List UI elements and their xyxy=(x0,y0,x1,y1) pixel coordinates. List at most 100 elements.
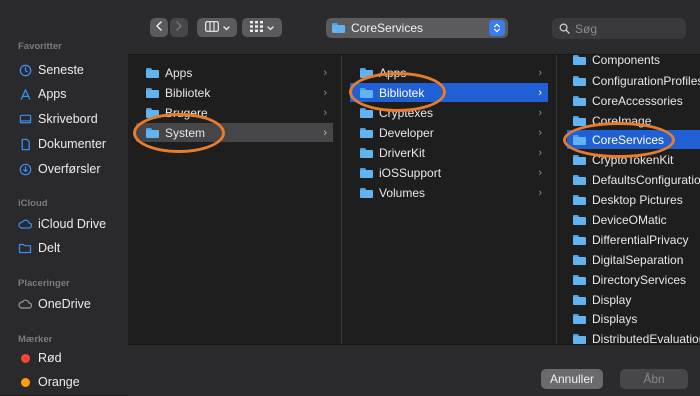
sidebar-item-icloud-drive[interactable]: iCloud Drive xyxy=(18,214,106,234)
list-item[interactable]: Developer › xyxy=(350,123,548,142)
group-button[interactable] xyxy=(242,18,282,37)
list-item[interactable]: Cryptexes › xyxy=(350,103,548,122)
open-button[interactable]: Åbn xyxy=(620,369,688,389)
folder-icon xyxy=(573,154,586,165)
chevron-down-icon xyxy=(222,22,230,34)
item-label: iOSSupport xyxy=(379,165,442,180)
list-item[interactable]: iOSSupport › xyxy=(350,163,548,182)
item-label: Bibliotek xyxy=(379,85,425,100)
item-label: CryptoTokenKit xyxy=(592,152,674,167)
chevron-right-icon: › xyxy=(538,146,542,159)
sidebar-item-label: iCloud Drive xyxy=(38,217,107,231)
folder-icon xyxy=(332,23,345,33)
list-item[interactable]: DifferentialPrivacy xyxy=(567,230,700,249)
sidebar-item-overforsler[interactable]: Overførsler xyxy=(18,159,101,179)
folder-icon xyxy=(360,187,373,198)
item-label: Brugere xyxy=(165,105,208,120)
sidebar-item-delt[interactable]: Delt xyxy=(18,238,60,258)
column-3: Components ConfigurationProfiles CoreAcc… xyxy=(557,55,700,344)
list-item[interactable]: DeviceOMatic xyxy=(567,210,700,229)
list-item[interactable]: System › xyxy=(136,123,333,142)
up-down-chevron-icon xyxy=(489,20,505,36)
list-item[interactable]: Apps › xyxy=(350,63,548,82)
sidebar-item-tag-orange[interactable]: Orange xyxy=(18,372,80,392)
item-label: Volumes xyxy=(379,185,426,200)
folder-icon xyxy=(146,67,159,78)
sidebar-item-skrivebord[interactable]: Skrivebord xyxy=(18,109,98,129)
sidebar-item-label: OneDrive xyxy=(38,297,91,311)
folder-icon xyxy=(146,127,159,138)
item-label: Developer xyxy=(379,125,434,140)
sidebar-item-label: Delt xyxy=(38,241,61,255)
sidebar-item-apps[interactable]: Apps xyxy=(18,84,67,104)
folder-icon xyxy=(146,107,159,118)
list-item[interactable]: CoreServices xyxy=(567,130,700,149)
list-item[interactable]: DriverKit › xyxy=(350,143,548,162)
item-label: CoreAccessories xyxy=(592,93,683,108)
sidebar-item-seneste[interactable]: Seneste xyxy=(18,60,84,80)
list-item[interactable]: Brugere › xyxy=(136,103,333,122)
item-label: DistributedEvaluation xyxy=(592,331,700,345)
path-popup[interactable]: CoreServices xyxy=(326,18,508,38)
list-item[interactable]: CoreImage xyxy=(567,111,700,130)
list-item[interactable]: Displays xyxy=(567,309,700,328)
list-item[interactable]: Bibliotek › xyxy=(350,83,548,102)
shared-folder-icon xyxy=(18,241,32,255)
list-item[interactable]: DistributedEvaluation xyxy=(567,329,700,344)
sidebar-item-label: Overførsler xyxy=(38,162,101,176)
list-item[interactable]: CoreAccessories xyxy=(567,91,700,110)
back-button[interactable] xyxy=(150,18,168,37)
sidebar-item-label: Dokumenter xyxy=(38,137,107,151)
chevron-right-icon: › xyxy=(538,166,542,179)
sidebar-item-tag-red[interactable]: Rød xyxy=(18,348,62,368)
item-label: Displays xyxy=(592,311,638,326)
list-item[interactable]: Components xyxy=(567,55,700,69)
list-item[interactable]: Apps › xyxy=(136,63,333,82)
orange-tag-dot-icon xyxy=(20,377,30,387)
view-mode-button[interactable] xyxy=(197,18,237,37)
sidebar-item-dokumenter[interactable]: Dokumenter xyxy=(18,134,106,154)
item-label: Cryptexes xyxy=(379,105,434,120)
folder-icon xyxy=(573,274,586,285)
item-label: DirectoryServices xyxy=(592,272,687,287)
section-tags: Mærker xyxy=(18,334,53,345)
chevron-right-icon: › xyxy=(538,106,542,119)
list-item[interactable]: DefaultsConfiguration xyxy=(567,170,700,189)
list-item[interactable]: CryptoTokenKit xyxy=(567,150,700,169)
item-label: Display xyxy=(592,292,632,307)
chevron-right-icon: › xyxy=(538,86,542,99)
search-icon xyxy=(559,23,570,34)
folder-icon xyxy=(573,115,586,126)
forward-button[interactable] xyxy=(170,18,188,37)
list-item[interactable]: DirectoryServices xyxy=(567,270,700,289)
folder-icon xyxy=(573,333,586,344)
path-label: CoreServices xyxy=(351,21,424,35)
item-label: Components xyxy=(592,55,661,67)
column-2: Apps › Bibliotek › Cryptexes › Developer › D… xyxy=(342,55,556,344)
download-icon xyxy=(18,162,32,176)
folder-icon xyxy=(146,87,159,98)
list-item[interactable]: Bibliotek › xyxy=(136,83,333,102)
cancel-button[interactable]: Annuller xyxy=(541,369,603,389)
list-item[interactable]: Desktop Pictures xyxy=(567,190,700,209)
search-input[interactable] xyxy=(575,21,675,36)
folder-icon xyxy=(573,313,586,324)
item-label: DefaultsConfiguration xyxy=(592,172,700,187)
list-item[interactable]: DigitalSeparation xyxy=(567,250,700,269)
item-label: DifferentialPrivacy xyxy=(592,232,689,247)
desktop-icon xyxy=(18,112,32,126)
folder-icon xyxy=(360,167,373,178)
sidebar-item-label: Seneste xyxy=(38,63,84,77)
folder-icon xyxy=(573,134,586,145)
sidebar-item-onedrive[interactable]: OneDrive xyxy=(18,294,91,314)
list-item[interactable]: Volumes › xyxy=(350,183,548,202)
search-field[interactable] xyxy=(552,18,686,39)
sidebar-item-label: Rød xyxy=(38,351,62,365)
chevron-right-icon: › xyxy=(323,86,327,99)
list-item[interactable]: ConfigurationProfiles xyxy=(567,71,700,90)
bottom-bar xyxy=(128,344,700,396)
cloud-icon xyxy=(18,217,32,231)
list-item[interactable]: Display xyxy=(567,290,700,309)
chevron-left-icon xyxy=(155,21,163,34)
folder-icon xyxy=(573,75,586,86)
